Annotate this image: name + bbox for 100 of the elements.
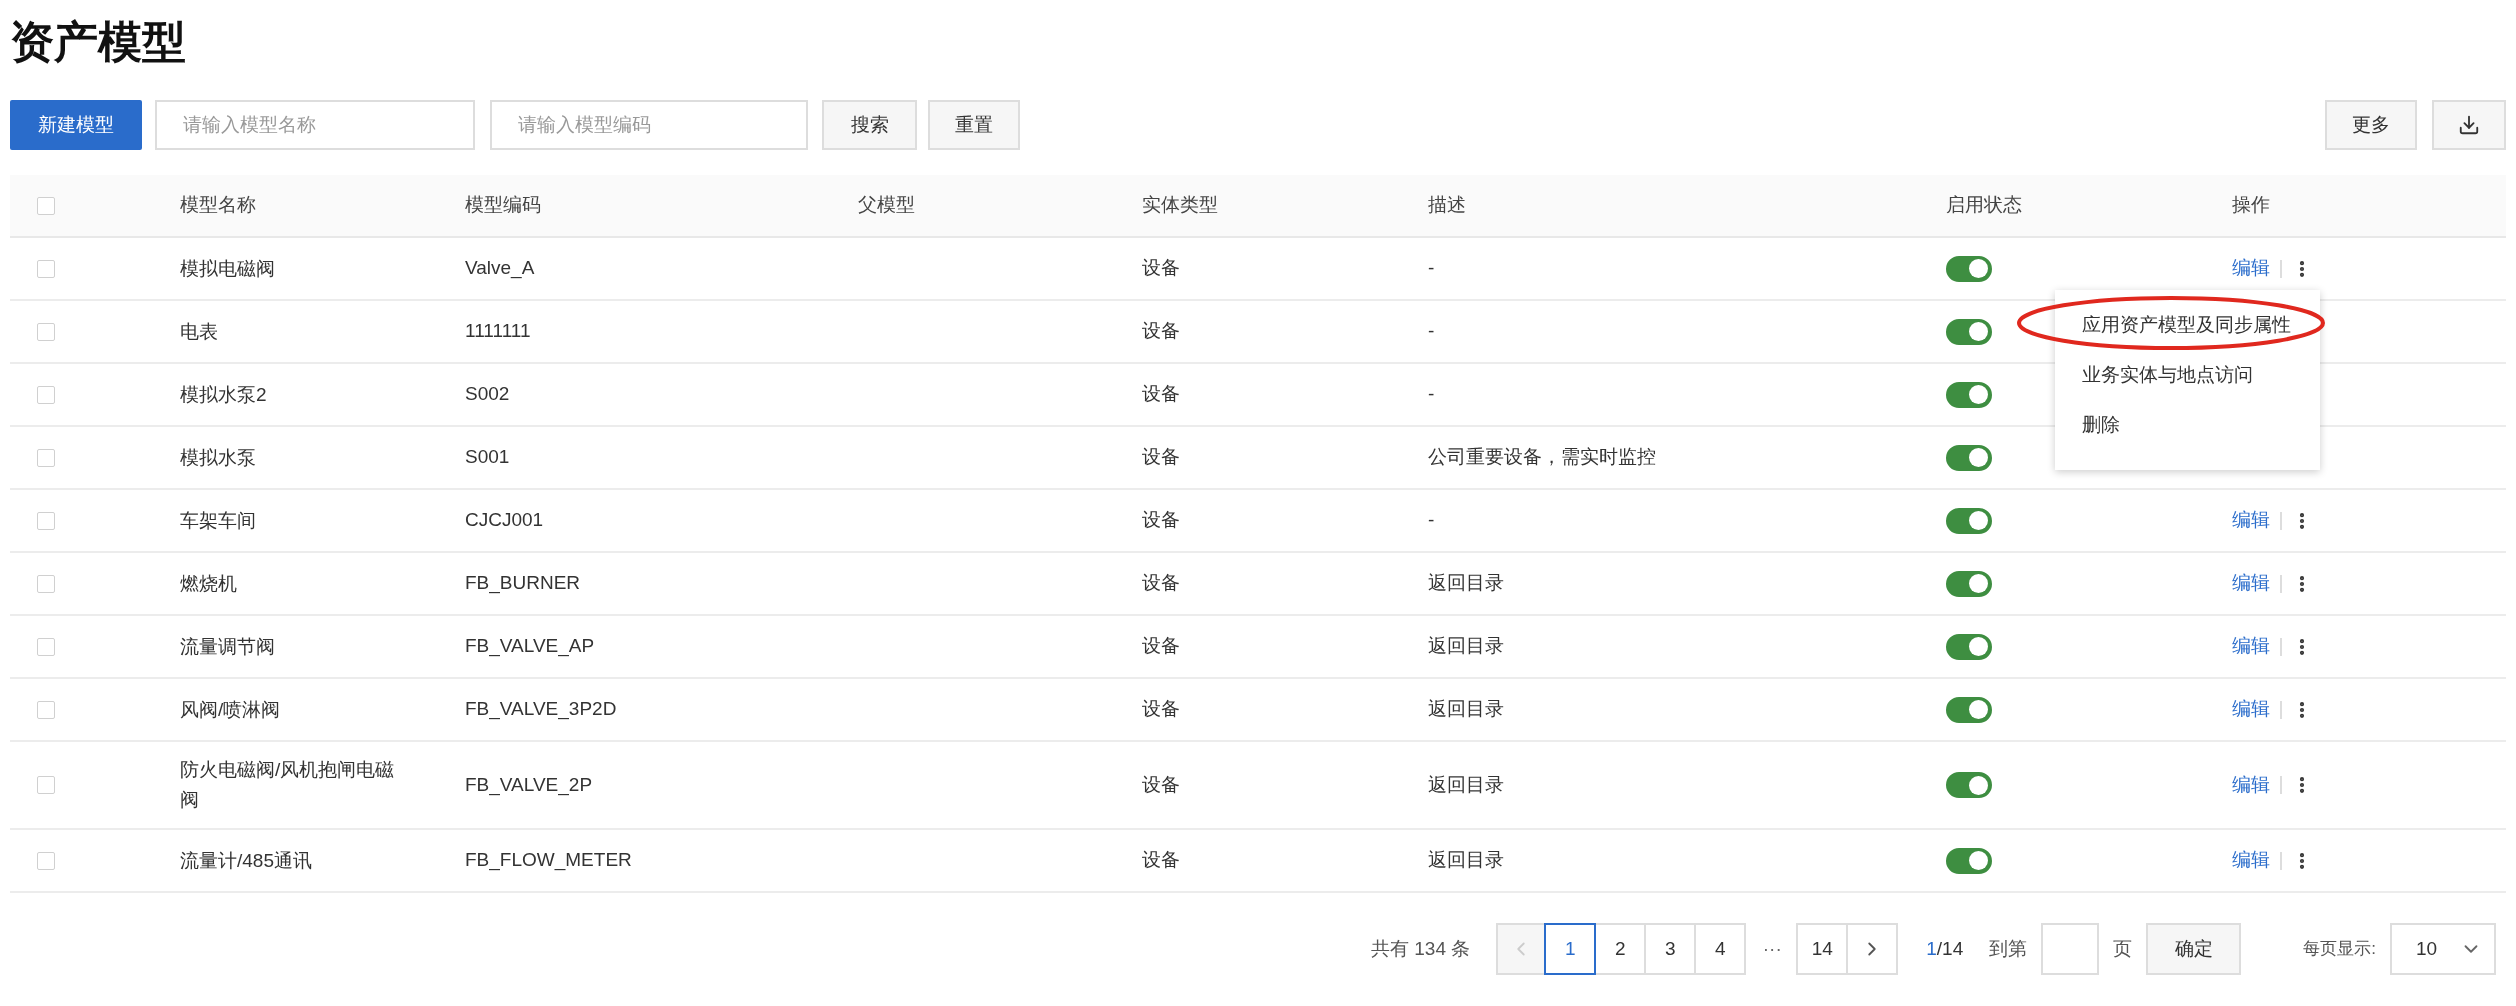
- table-cell: 返回目录: [1428, 773, 1504, 795]
- table-cell: -: [1428, 383, 1435, 405]
- column-header: 描述: [1428, 194, 1466, 216]
- table-cell: 1111111: [465, 320, 531, 342]
- page-ellipsis: ···: [1761, 936, 1783, 961]
- table-cell: FB_FLOW_METER: [465, 849, 632, 871]
- column-header: 父模型: [858, 194, 915, 216]
- edit-link[interactable]: 编辑: [2232, 506, 2270, 535]
- toggle-switch[interactable]: [1946, 772, 1992, 798]
- column-header: 实体类型: [1142, 194, 1218, 216]
- table-cell: -: [1428, 509, 1435, 531]
- checkbox[interactable]: [37, 322, 55, 341]
- new-model-button[interactable]: 新建模型: [10, 100, 142, 150]
- table-cell: FB_VALVE_AP: [465, 635, 595, 657]
- table-cell: 设备: [1142, 773, 1180, 795]
- table-cell: FB_VALVE_2P: [465, 773, 593, 795]
- checkbox[interactable]: [37, 196, 55, 215]
- table-cell: 返回目录: [1428, 698, 1504, 720]
- confirm-button[interactable]: 确定: [2146, 923, 2242, 975]
- goto-label: 到第: [1989, 936, 2028, 961]
- table-cell: 设备: [1142, 849, 1180, 871]
- column-header: 模型编码: [465, 194, 541, 216]
- table-cell: 返回目录: [1428, 849, 1504, 871]
- table-cell: 流量调节阀: [180, 635, 275, 657]
- table-cell: 流量计/485通讯: [180, 849, 312, 871]
- table-cell: -: [1428, 320, 1435, 342]
- model-code-field[interactable]: 请输入模型编码: [490, 100, 808, 150]
- toggle-switch[interactable]: [1946, 570, 1992, 597]
- table-cell: 公司重要设备，需实时监控: [1428, 446, 1656, 468]
- search-button[interactable]: 搜索: [822, 100, 917, 150]
- more-button[interactable]: 更多: [2325, 100, 2417, 150]
- page-button[interactable]: 3: [1644, 923, 1697, 975]
- total-count: 共有 134 条: [1371, 936, 1471, 961]
- table-cell: 设备: [1142, 572, 1180, 594]
- table-cell: 设备: [1142, 383, 1180, 405]
- table-cell: 设备: [1142, 509, 1180, 531]
- page-button[interactable]: 4: [1694, 923, 1747, 975]
- column-header: 启用状态: [1946, 194, 2022, 216]
- reset-button[interactable]: 重置: [928, 100, 1020, 150]
- page-unit-label: 页: [2113, 936, 2133, 961]
- checkbox[interactable]: [37, 574, 55, 593]
- table-cell: 返回目录: [1428, 635, 1504, 657]
- table-cell: S002: [465, 383, 510, 405]
- table-cell: 设备: [1142, 446, 1180, 468]
- edit-link[interactable]: 编辑: [2232, 254, 2270, 283]
- table-cell: -: [1428, 257, 1435, 279]
- toggle-switch[interactable]: [1946, 507, 1992, 534]
- download-button[interactable]: [2432, 100, 2506, 150]
- edit-link[interactable]: 编辑: [2232, 846, 2270, 875]
- table-cell: S001: [465, 446, 510, 468]
- column-header: 模型名称: [180, 194, 256, 216]
- toggle-switch[interactable]: [1946, 255, 1992, 282]
- table-cell: 模拟水泵: [180, 446, 256, 468]
- edit-link[interactable]: 编辑: [2232, 695, 2270, 724]
- table-cell: 设备: [1142, 635, 1180, 657]
- page-button[interactable]: 14: [1796, 923, 1849, 975]
- table-cell: 设备: [1142, 257, 1180, 279]
- download-icon: [2458, 114, 2480, 136]
- page-indicator: 1/14: [1926, 936, 1964, 961]
- table-cell: 返回目录: [1428, 572, 1504, 594]
- checkbox[interactable]: [37, 511, 55, 530]
- edit-link[interactable]: 编辑: [2232, 770, 2270, 800]
- toggle-switch[interactable]: [1946, 847, 1992, 874]
- column-header: 操作: [2232, 194, 2270, 216]
- table-cell: 车架车间: [180, 509, 256, 531]
- checkbox[interactable]: [37, 637, 55, 656]
- page-button[interactable]: 1: [1544, 923, 1597, 975]
- toggle-switch[interactable]: [1946, 633, 1992, 660]
- toggle-switch[interactable]: [1946, 318, 1992, 345]
- checkbox[interactable]: [37, 385, 55, 404]
- checkbox[interactable]: [37, 259, 55, 278]
- toggle-switch[interactable]: [1946, 696, 1992, 723]
- page-button[interactable]: 2: [1594, 923, 1647, 975]
- toggle-switch[interactable]: [1946, 444, 1992, 471]
- table-cell: Valve_A: [465, 257, 535, 279]
- table-cell: FB_VALVE_3P2D: [465, 698, 617, 720]
- menu-item[interactable]: 删除: [2082, 410, 2120, 440]
- table-cell: 风阀/喷淋阀: [180, 698, 281, 720]
- table-cell: FB_BURNER: [465, 572, 581, 594]
- checkbox[interactable]: [37, 448, 55, 467]
- table-cell: CJCJ001: [465, 509, 544, 531]
- goto-page-field[interactable]: [2041, 923, 2100, 975]
- checkbox[interactable]: [37, 700, 55, 719]
- table-cell: 模拟水泵2: [180, 383, 267, 405]
- table-cell: 模拟电磁阀: [180, 257, 275, 279]
- table-cell: 燃烧机: [180, 572, 237, 594]
- page-size-select[interactable]: 10: [2390, 923, 2496, 975]
- page-title: 资产模型: [9, 16, 186, 68]
- checkbox[interactable]: [37, 851, 55, 870]
- checkbox[interactable]: [37, 776, 55, 794]
- model-name-field[interactable]: 请输入模型名称: [155, 100, 475, 150]
- table-cell: 设备: [1142, 320, 1180, 342]
- table-cell: 电表: [180, 320, 218, 342]
- page-size-label: 每页显示:: [2303, 938, 2376, 961]
- toggle-switch[interactable]: [1946, 381, 1992, 408]
- menu-item[interactable]: 业务实体与地点访问: [2082, 360, 2253, 390]
- table-cell: 防火电磁阀/风机抱闸电磁阀: [180, 759, 395, 810]
- table-cell: 设备: [1142, 698, 1180, 720]
- edit-link[interactable]: 编辑: [2232, 632, 2270, 661]
- edit-link[interactable]: 编辑: [2232, 569, 2270, 598]
